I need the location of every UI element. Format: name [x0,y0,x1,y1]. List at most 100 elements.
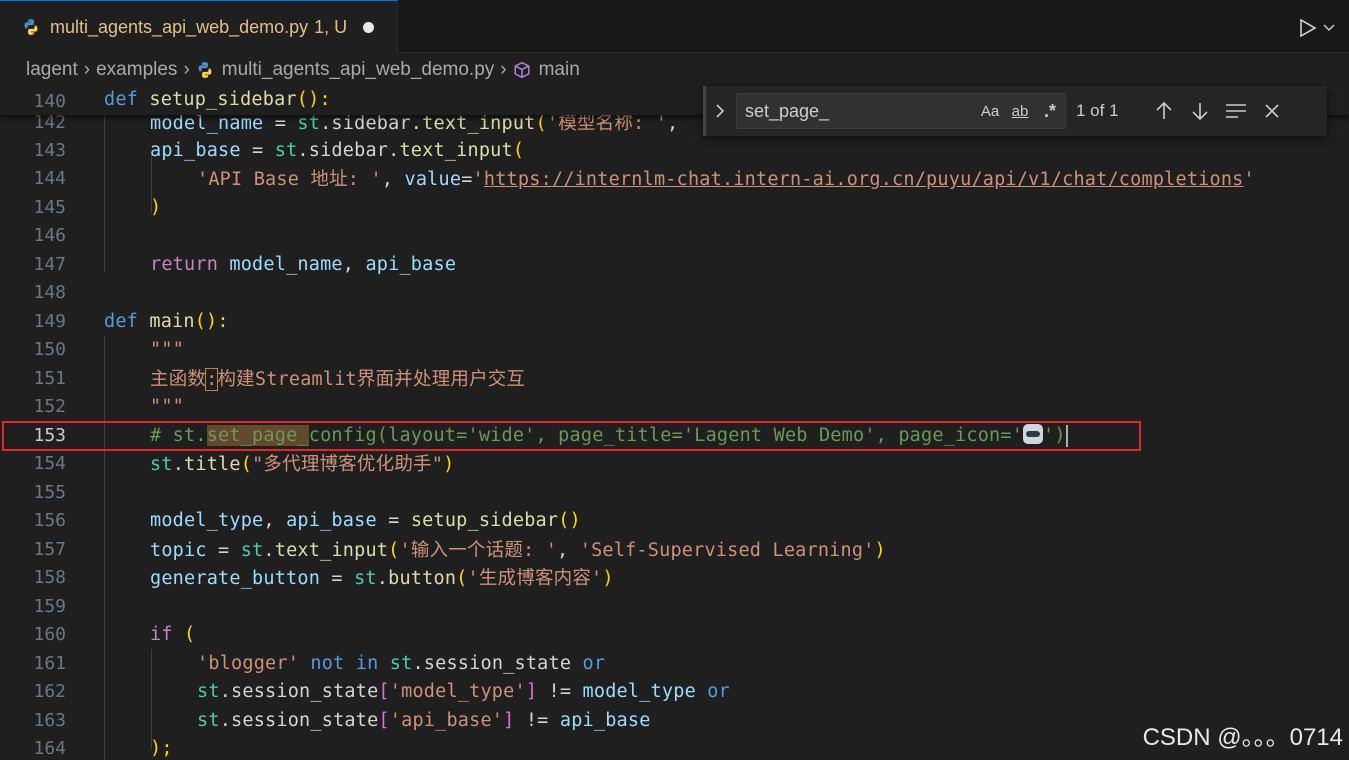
find-in-selection-button[interactable] [1218,95,1254,127]
code-line[interactable]: 147 return model_name, api_base [0,250,1349,279]
find-match-highlight: set_page_ [206,424,309,446]
match-whole-word-toggle[interactable]: ab [1005,103,1035,120]
next-match-button[interactable] [1182,95,1218,127]
code-line[interactable]: 148 [0,278,1349,307]
code-token: 'API Base 地址: ' [197,169,382,191]
code-token: model_name [150,113,264,135]
code-token: ( [388,540,400,562]
code-line-active[interactable]: 153 # st.set_page_config(layout='wide', … [0,421,1349,450]
code-token: 'blogger' [197,652,300,674]
code-line[interactable]: 161 'blogger' not in st.session_state or [0,649,1349,678]
code-token: api_base [150,139,241,161]
close-find-button[interactable] [1254,95,1290,127]
code-token: . [263,540,275,562]
watermark: CSDN @。。。0714 [1142,724,1343,751]
code-token: '生成博客内容' [467,568,603,590]
find-widget: set_page_ Aa ab .* 1 of 1 [703,86,1327,136]
code-line[interactable]: 145 ) [0,193,1349,222]
code-token: , [667,113,679,135]
code-token: ( [512,139,525,161]
code-token: .session_state [412,652,572,674]
code-token: = [461,169,473,191]
find-query: set_page_ [745,100,830,121]
chevron-right-icon [716,104,725,118]
code-line[interactable]: 150 """ [0,335,1349,364]
code-line[interactable]: 157 topic = st.text_input('输入一个话题: ', 'S… [0,535,1349,564]
line-number: 155 [33,481,66,503]
code-token: 'api_base' [389,709,504,731]
code-editor[interactable]: 140 def setup_sidebar(): 142 model_name … [0,87,1349,760]
code-token: ) [874,540,886,562]
match-case-toggle[interactable]: Aa [975,103,1005,120]
code-token: text_input [399,139,513,161]
line-number: 147 [33,253,66,275]
code-token: ( [456,568,468,590]
arrow-down-icon [1192,103,1208,121]
use-regex-toggle[interactable]: .* [1035,101,1065,122]
code-line[interactable]: 160 if ( [0,620,1349,649]
chevron-right-icon: › [83,59,91,80]
code-token: st [389,652,413,674]
chevron-right-icon: › [500,59,507,80]
line-number: 160 [33,623,66,645]
code-line[interactable]: 152 """ [0,392,1349,421]
code-token: ( [535,113,547,135]
line-number: 156 [33,509,66,531]
code-token: ); [150,737,173,759]
code-token: model_type [150,509,264,531]
breadcrumb-item-lagent[interactable]: lagent [26,59,78,81]
code-token: or [695,680,730,702]
code-line[interactable]: 149 def main(): [0,307,1349,336]
code-line[interactable]: 154 st.title("多代理博客优化助手") [0,449,1349,478]
code-line[interactable]: 156 model_type, api_base = setup_sidebar… [0,506,1349,535]
unsaved-dot-icon[interactable] [363,21,375,33]
code-token: ] [525,680,538,702]
code-line[interactable]: 158 generate_button = st.button('生成博客内容'… [0,563,1349,592]
editor-tab[interactable]: multi_agents_api_web_demo.py 1, U [0,0,398,53]
code-token: ' [472,169,484,191]
run-button[interactable] [1299,16,1339,40]
code-token: = [320,568,355,590]
code-token: return [150,253,219,275]
breadcrumb-item-main[interactable]: main [539,59,580,81]
code-line[interactable]: 146 [0,221,1349,250]
code-token: != [514,709,560,731]
code-token: ) [602,568,614,590]
code-token: """ [150,395,185,417]
code-line[interactable]: 143 api_base = st.sidebar.text_input( [0,136,1349,165]
line-number: 151 [33,367,66,389]
code-token: ') [1043,424,1066,446]
code-line[interactable]: 162 st.session_state['model_type'] != mo… [0,677,1349,706]
line-number: 154 [33,452,66,474]
url-link[interactable]: https://internlm-chat.intern-ai.org.cn/p… [484,169,1244,190]
code-line[interactable]: 151 主函数:构建Streamlit界面并处理用户交互 [0,364,1349,393]
code-token: (): [296,89,331,110]
find-input[interactable]: set_page_ Aa ab .* [736,93,1066,129]
code-token: or [571,652,606,674]
code-token: st [197,709,220,731]
code-token: title [184,454,241,476]
code-line[interactable]: 144 'API Base 地址: ', value='https://inte… [0,164,1349,193]
code-token: button [388,568,457,590]
code-token: .session_state [219,709,379,731]
breadcrumb-item-file[interactable]: multi_agents_api_web_demo.py [222,59,495,81]
code-token: """ [150,338,185,360]
line-number: 144 [33,167,66,189]
code-token: api_base [559,709,651,731]
code-line[interactable]: 159 [0,592,1349,621]
code-token: 主函数 [150,369,207,391]
chevron-down-icon[interactable] [1323,23,1335,33]
toggle-replace-button[interactable] [706,86,734,136]
code-token: st [197,680,220,702]
line-number: 149 [33,310,66,332]
code-line[interactable]: 155 [0,478,1349,507]
code-token: api_base [286,509,377,531]
code-token: () [558,509,581,531]
breadcrumb-item-examples[interactable]: examples [96,59,177,81]
previous-match-button[interactable] [1146,95,1182,127]
code-token: if [150,623,173,645]
python-file-icon [24,19,38,35]
code-token: , [381,169,405,191]
line-number: 146 [33,224,66,246]
line-number: 150 [33,338,66,360]
